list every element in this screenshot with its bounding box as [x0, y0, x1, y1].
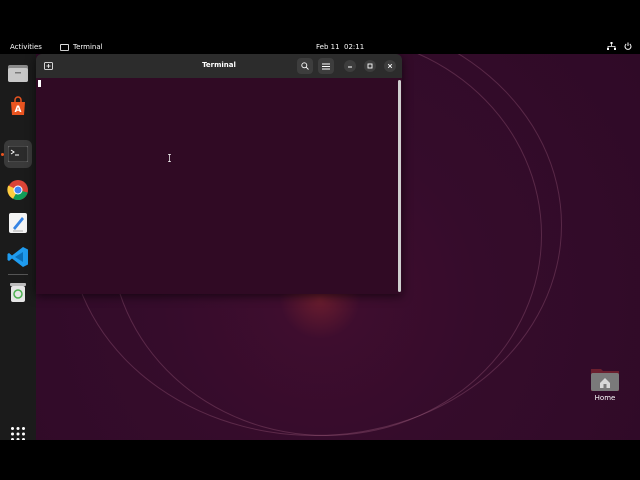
top-bar: Activities Terminal Feb 11 02:11 — [0, 40, 640, 54]
power-icon — [624, 42, 632, 50]
scrollbar[interactable] — [398, 80, 401, 292]
dock-chrome[interactable] — [4, 176, 32, 204]
search-icon — [301, 62, 309, 70]
chrome-icon — [7, 180, 28, 201]
window-headerbar[interactable]: Terminal — [36, 54, 402, 78]
svg-text:A: A — [15, 105, 22, 115]
search-button[interactable] — [297, 58, 313, 74]
maximize-button[interactable] — [364, 60, 376, 72]
clock-date: Feb 11 — [316, 43, 340, 51]
minimize-button[interactable] — [344, 60, 356, 72]
dock: A — [0, 54, 36, 440]
dock-files[interactable] — [4, 59, 32, 87]
terminal-window[interactable]: Terminal — [36, 54, 402, 294]
files-icon — [8, 65, 28, 82]
home-folder-icon — [591, 369, 619, 391]
close-icon — [387, 63, 393, 69]
vscode-icon — [7, 247, 28, 267]
close-button[interactable] — [384, 60, 396, 72]
dock-terminal[interactable] — [4, 140, 32, 168]
dock-app-center[interactable]: A — [4, 92, 32, 120]
app-menu[interactable]: Terminal — [60, 43, 103, 51]
text-cursor — [38, 80, 41, 87]
app-menu-label: Terminal — [73, 43, 103, 51]
terminal-app-icon — [60, 43, 69, 51]
terminal-icon — [8, 146, 28, 162]
dock-trash[interactable] — [4, 278, 32, 306]
home-folder-label: Home — [594, 394, 616, 402]
desktop-home-folder[interactable]: Home — [590, 366, 620, 406]
maximize-icon — [367, 63, 373, 69]
minimize-icon — [348, 66, 352, 68]
clock-time: 02:11 — [343, 43, 365, 51]
dock-text-editor[interactable] — [4, 209, 32, 237]
mouse-ibeam-icon — [168, 154, 171, 162]
clock[interactable]: Feb 11 02:11 — [316, 43, 364, 51]
hamburger-icon — [322, 63, 330, 69]
system-tray[interactable] — [607, 42, 632, 50]
app-grid-icon — [11, 427, 25, 440]
dock-separator — [8, 274, 28, 275]
terminal-output[interactable] — [36, 78, 398, 294]
app-center-icon: A — [11, 96, 25, 115]
network-icon — [607, 42, 616, 50]
trash-icon — [10, 283, 26, 302]
show-apps-button[interactable] — [4, 420, 32, 440]
text-editor-icon — [9, 213, 27, 233]
menu-button[interactable] — [318, 58, 334, 74]
dock-vscode[interactable] — [4, 243, 32, 271]
activities-button[interactable]: Activities — [10, 43, 42, 51]
screen: Activities Terminal Feb 11 02:11 A Termi… — [0, 40, 640, 440]
